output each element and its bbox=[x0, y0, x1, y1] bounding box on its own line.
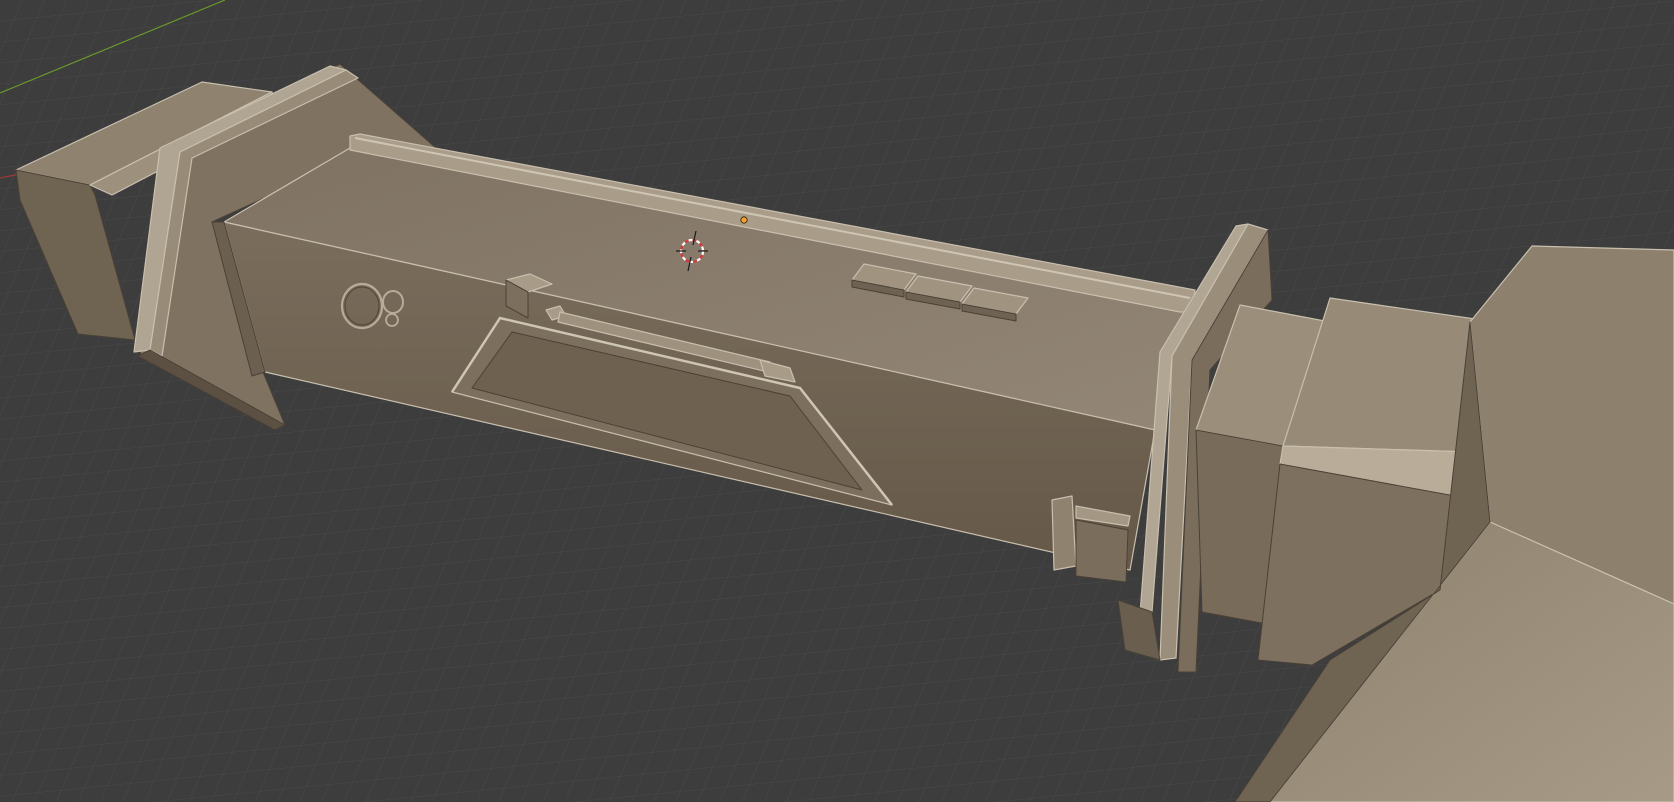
origin-dot-icon bbox=[740, 216, 748, 224]
3d-viewport[interactable] bbox=[0, 0, 1674, 802]
viewport-canvas[interactable] bbox=[0, 0, 1674, 802]
